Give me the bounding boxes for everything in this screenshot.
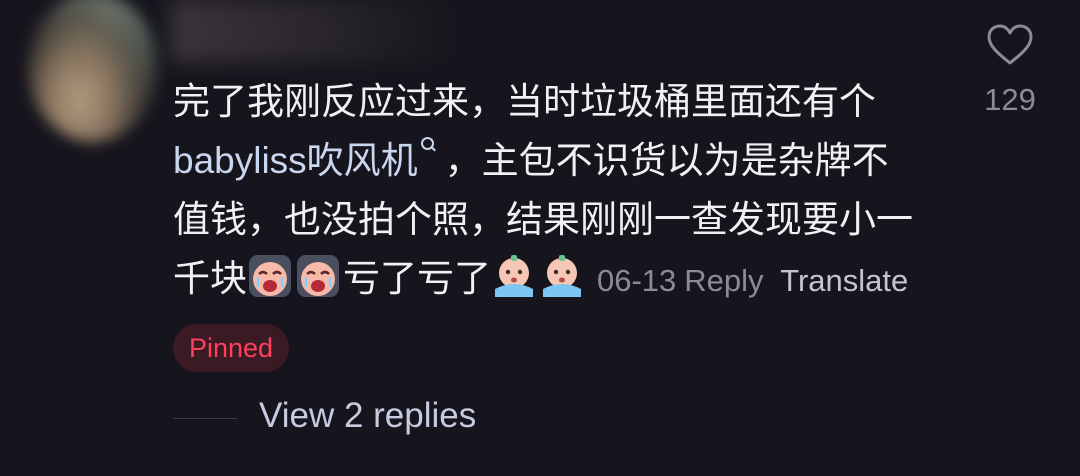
username-blurred [170,0,460,62]
comment-body: 完了我刚反应过来，当时垃圾桶里面还有个 babyliss吹风机 ，主包不识货以为是… [173,72,943,310]
search-link-label: babyliss吹风机 [173,140,418,181]
crying-face-emoji-icon [297,255,339,297]
pinned-badge: Pinned [173,324,290,372]
like-count: 129 [984,82,1036,117]
comment-line-2: babyliss吹风机 ，主包不识货以为是杂牌不 [173,131,943,190]
comment-line-4: 千块 亏了亏了 06-13 Reply Translate [173,249,943,310]
heart-outline-icon[interactable] [987,24,1033,66]
comment-meta: 06-13 Reply Translate [597,263,908,298]
comment-date: 06-13 [597,263,677,298]
view-replies-button[interactable]: View 2 replies [259,396,476,436]
comment-line-1: 完了我刚反应过来，当时垃圾桶里面还有个 [173,81,876,122]
search-link[interactable]: babyliss吹风机 [173,137,445,181]
tearful-face-emoji-icon [495,255,533,297]
comment-line-4-start: 千块 [173,258,247,299]
crying-face-emoji-icon [249,255,291,297]
comment-line-4-middle: 亏了亏了 [343,258,491,299]
replies-divider [173,418,237,419]
tearful-face-emoji-icon [543,255,581,297]
search-icon [420,137,437,153]
comment-line-2-text: ，主包不识货以为是杂牌不 [444,140,889,181]
comment-line-3: 值钱，也没拍个照，结果刚刚一查发现要小一 [173,199,913,240]
translate-button[interactable]: Translate [780,263,908,298]
reply-button[interactable]: Reply [684,263,763,298]
avatar[interactable] [28,0,158,142]
